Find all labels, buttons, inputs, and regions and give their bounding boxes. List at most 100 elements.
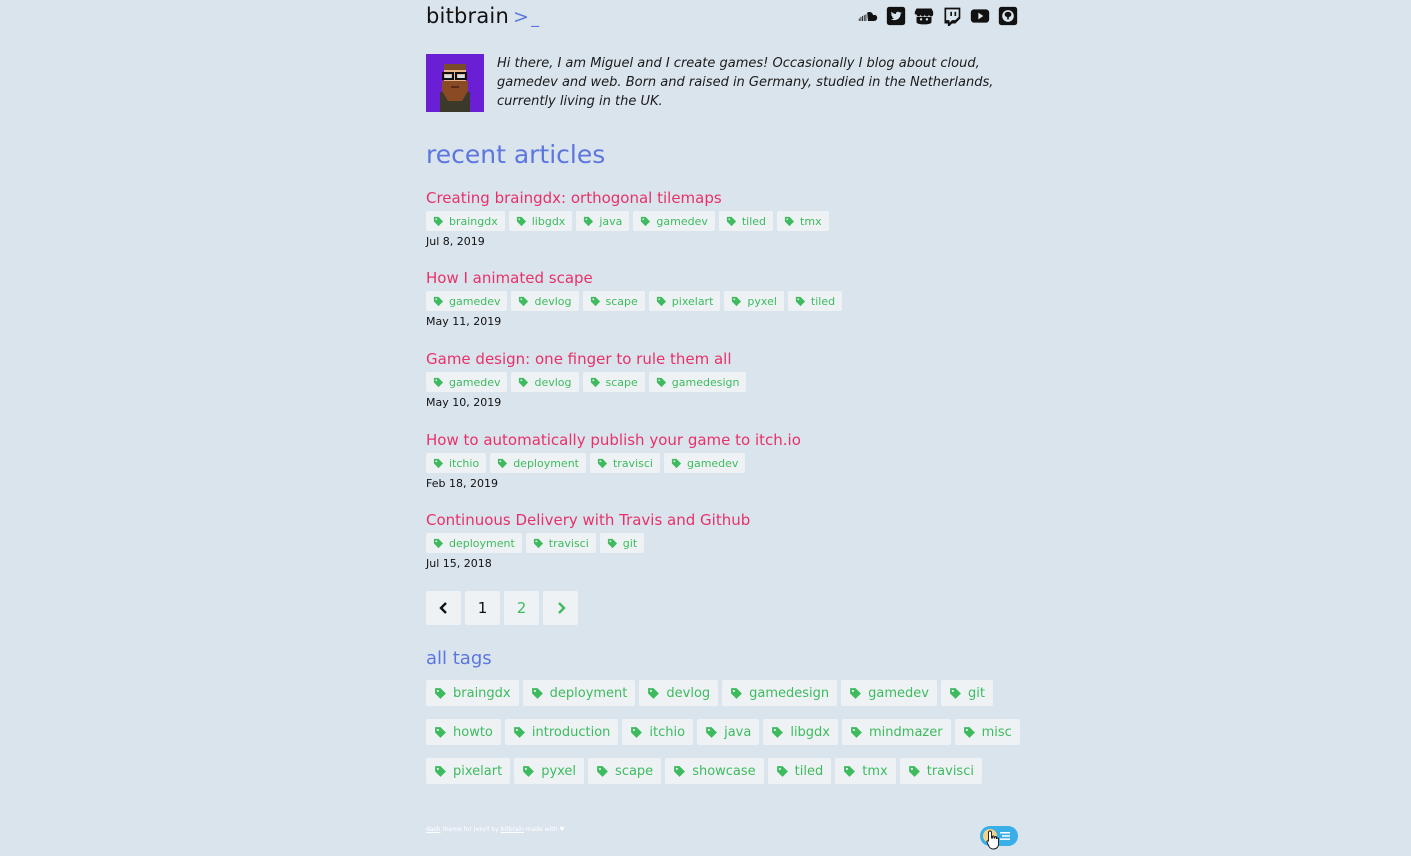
tag-link[interactable]: tiled xyxy=(787,291,843,311)
itchio-icon[interactable] xyxy=(914,6,934,26)
tag-link[interactable]: itchio xyxy=(426,453,487,473)
tag-link[interactable]: gamedesign xyxy=(648,372,747,392)
tag-label: devlog xyxy=(666,685,711,701)
tag-link[interactable]: howto xyxy=(426,719,501,745)
tag-label: deployment xyxy=(549,685,628,701)
tag-link[interactable]: pixelart xyxy=(648,291,721,311)
prev-page-button[interactable] xyxy=(426,591,461,625)
avatar xyxy=(426,54,484,112)
mouse-pointer-icon xyxy=(986,830,999,850)
twitter-icon[interactable] xyxy=(886,6,906,26)
tag-icon xyxy=(513,726,526,739)
youtube-icon[interactable] xyxy=(970,6,990,26)
tag-link[interactable]: travisci xyxy=(899,758,982,784)
article-tags: deployment travisci git xyxy=(426,533,1018,553)
brand-name[interactable]: bitbrain xyxy=(426,4,509,28)
article-item: Game design: one finger to rule them all… xyxy=(426,349,1018,409)
tag-link[interactable]: scape xyxy=(588,758,662,784)
tag-link[interactable]: devlog xyxy=(511,291,579,311)
tag-link[interactable]: showcase xyxy=(665,758,764,784)
tag-link[interactable]: gamedev xyxy=(633,211,715,231)
tag-icon xyxy=(843,765,856,778)
tag-link[interactable]: deployment xyxy=(426,533,522,553)
tag-link[interactable]: itchio xyxy=(622,719,694,745)
tag-label: gamedesign xyxy=(749,685,830,701)
tag-link[interactable]: travisci xyxy=(525,533,596,553)
tag-label: scape xyxy=(615,763,654,779)
article-date: May 11, 2019 xyxy=(426,315,502,328)
article-date: Feb 18, 2019 xyxy=(426,477,498,490)
tag-icon xyxy=(597,458,608,469)
tag-link[interactable]: java xyxy=(697,719,760,745)
prompt-symbol: > xyxy=(512,6,530,28)
tag-link[interactable]: tmx xyxy=(777,211,829,231)
tag-link[interactable]: tiled xyxy=(718,211,774,231)
tag-link[interactable]: scape xyxy=(582,291,645,311)
tag-icon xyxy=(590,296,601,307)
tag-label: libgdx xyxy=(790,724,831,740)
tag-link[interactable]: misc xyxy=(954,719,1020,745)
page-link-2[interactable]: 2 xyxy=(504,591,539,625)
tag-link[interactable]: scape xyxy=(582,372,645,392)
tag-link[interactable]: gamedev xyxy=(426,291,508,311)
site-brand[interactable]: bitbrain > _ xyxy=(426,4,539,28)
github-icon[interactable] xyxy=(998,6,1018,26)
tag-icon xyxy=(673,765,686,778)
article-title-link[interactable]: How to automatically publish your game t… xyxy=(426,430,1018,450)
tag-link[interactable]: gamedev xyxy=(426,372,508,392)
article-date: May 10, 2019 xyxy=(426,396,502,409)
tag-link[interactable]: pyxel xyxy=(724,291,784,311)
tag-link[interactable]: libgdx xyxy=(508,211,573,231)
tag-link[interactable]: travisci xyxy=(589,453,660,473)
article-tags: gamedev devlog scape pixelart pyxel tiled xyxy=(426,291,1018,311)
tag-label: scape xyxy=(605,375,638,389)
tag-icon xyxy=(640,216,651,227)
twitch-icon[interactable] xyxy=(942,6,962,26)
tag-label: howto xyxy=(453,724,493,740)
tag-icon xyxy=(776,765,789,778)
tag-icon xyxy=(518,377,529,388)
tag-label: gamedev xyxy=(868,685,929,701)
article-title-link[interactable]: Game design: one finger to rule them all xyxy=(426,349,1018,369)
tag-link[interactable]: devlog xyxy=(511,372,579,392)
tag-link[interactable]: git xyxy=(941,680,993,706)
tag-link[interactable]: libgdx xyxy=(763,719,839,745)
tag-label: scape xyxy=(605,294,638,308)
tag-label: pixelart xyxy=(671,294,714,308)
tag-label: tmx xyxy=(800,214,822,228)
tag-icon xyxy=(433,216,444,227)
page-current[interactable]: 1 xyxy=(465,591,500,625)
tag-link[interactable]: pixelart xyxy=(426,758,511,784)
tag-link[interactable]: git xyxy=(599,533,645,553)
footer-text-1: theme for Jekyll by xyxy=(442,826,499,833)
tag-link[interactable]: gamedev xyxy=(841,680,937,706)
tag-label: pixelart xyxy=(453,763,503,779)
tag-link[interactable]: tiled xyxy=(767,758,832,784)
tag-icon xyxy=(949,687,962,700)
tag-icon xyxy=(850,726,863,739)
tag-link[interactable]: deployment xyxy=(490,453,586,473)
tag-link[interactable]: tmx xyxy=(835,758,896,784)
tag-link[interactable]: deployment xyxy=(522,680,636,706)
tag-link[interactable]: java xyxy=(576,211,630,231)
tag-label: misc xyxy=(981,724,1012,740)
article-title-link[interactable]: How I animated scape xyxy=(426,268,1018,288)
next-page-button[interactable] xyxy=(543,591,578,625)
article-title-link[interactable]: Continuous Delivery with Travis and Gith… xyxy=(426,510,1018,530)
tag-link[interactable]: devlog xyxy=(639,680,719,706)
tag-link[interactable]: mindmazer xyxy=(842,719,951,745)
tag-link[interactable]: braingdx xyxy=(426,680,519,706)
article-item: How to automatically publish your game t… xyxy=(426,430,1018,490)
tag-icon xyxy=(533,538,544,549)
article-title-link[interactable]: Creating braingdx: orthogonal tilemaps xyxy=(426,188,1018,208)
tag-link[interactable]: gamedev xyxy=(663,453,746,473)
tag-row: pixelart pyxel scape showcase tiled tmx travis… xyxy=(426,758,1018,784)
author-link[interactable]: bitbrain xyxy=(501,826,524,833)
tag-label: deployment xyxy=(449,536,515,550)
tag-link[interactable]: braingdx xyxy=(426,211,505,231)
tag-link[interactable]: pyxel xyxy=(514,758,585,784)
theme-link[interactable]: dash xyxy=(426,826,440,833)
soundcloud-icon[interactable] xyxy=(858,6,878,26)
tag-link[interactable]: gamedesign xyxy=(722,680,838,706)
tag-link[interactable]: introduction xyxy=(504,719,619,745)
